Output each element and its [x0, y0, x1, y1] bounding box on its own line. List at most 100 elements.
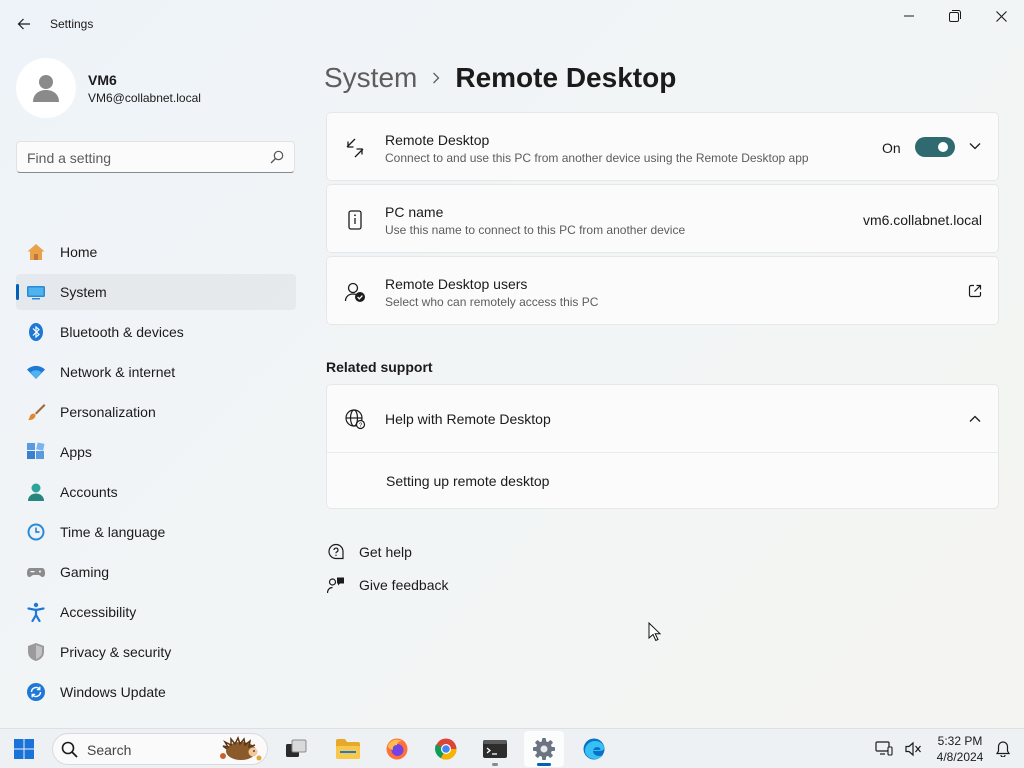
get-help-icon — [326, 542, 346, 562]
settings-button[interactable] — [524, 731, 564, 767]
task-view-button[interactable] — [276, 731, 316, 767]
chrome-button[interactable] — [426, 731, 466, 767]
remote-desktop-card[interactable]: Remote Desktop Connect to and use this P… — [326, 112, 999, 181]
chrome-icon — [435, 738, 457, 760]
update-icon — [27, 683, 45, 701]
wifi-icon — [27, 365, 45, 379]
sidebar-item-network[interactable]: Network & internet — [16, 354, 296, 390]
user-name: VM6 — [88, 72, 117, 88]
sidebar-item-apps[interactable]: Apps — [16, 434, 296, 470]
firefox-icon — [386, 738, 408, 760]
gamepad-icon — [27, 568, 45, 577]
app-title: Settings — [50, 17, 94, 31]
close-icon — [995, 10, 1007, 22]
users-subtitle: Select who can remotely access this PC — [385, 295, 599, 309]
firefox-button[interactable] — [377, 731, 417, 767]
sidebar-item-gaming[interactable]: Gaming — [16, 554, 296, 590]
volume-muted-icon — [905, 741, 921, 757]
close-button[interactable] — [978, 0, 1024, 32]
minimize-icon — [904, 15, 914, 17]
remote-desktop-users-card[interactable]: Remote Desktop users Select who can remo… — [326, 256, 999, 325]
sidebar-item-windows-update[interactable]: Windows Update — [16, 674, 296, 710]
pc-name-value: vm6.collabnet.local — [862, 212, 982, 228]
taskbar-search[interactable]: Search — [52, 733, 268, 765]
sidebar-item-label: Apps — [60, 444, 92, 460]
sidebar-item-label: Accounts — [60, 484, 118, 500]
sidebar-item-label: Windows Update — [60, 684, 166, 700]
sidebar-item-accounts[interactable]: Accounts — [16, 474, 296, 510]
network-icon — [875, 741, 893, 756]
sidebar-item-label: Privacy & security — [60, 644, 172, 660]
minimize-button[interactable] — [886, 0, 932, 32]
sidebar-item-label: Personalization — [60, 404, 156, 420]
open-external-icon[interactable] — [968, 284, 982, 298]
help-header[interactable]: ? Help with Remote Desktop — [327, 385, 998, 452]
search-placeholder: Find a setting — [27, 150, 112, 166]
back-button[interactable] — [10, 10, 38, 38]
sidebar-item-label: Accessibility — [60, 604, 137, 620]
home-icon — [27, 244, 45, 260]
taskbar: Search 5:32 PM 4/8/2024 — [0, 728, 1024, 768]
sidebar-item-accessibility[interactable]: Accessibility — [16, 594, 296, 630]
sidebar-item-bluetooth[interactable]: Bluetooth & devices — [16, 314, 296, 350]
taskbar-search-placeholder: Search — [87, 742, 132, 758]
help-link-setup[interactable]: Setting up remote desktop — [386, 473, 549, 489]
accounts-icon — [28, 483, 44, 501]
remote-desktop-title: Remote Desktop — [385, 132, 490, 148]
brush-icon — [28, 404, 46, 421]
sidebar-item-time-language[interactable]: Time & language — [16, 514, 296, 550]
get-help-label: Get help — [359, 544, 412, 560]
divider — [327, 452, 998, 453]
notifications-button[interactable] — [990, 731, 1016, 767]
help-title: Help with Remote Desktop — [385, 411, 551, 427]
sidebar-item-privacy[interactable]: Privacy & security — [16, 634, 296, 670]
chevron-up-icon[interactable] — [969, 415, 981, 423]
sidebar-item-home[interactable]: Home — [16, 234, 296, 270]
clock-date: 4/8/2024 — [936, 750, 984, 764]
start-button[interactable] — [4, 731, 44, 767]
remote-desktop-toggle[interactable] — [915, 137, 955, 157]
chevron-right-icon — [431, 71, 441, 85]
accessibility-icon — [27, 602, 45, 622]
remote-desktop-subtitle: Connect to and use this PC from another … — [385, 151, 809, 165]
chevron-down-icon[interactable] — [969, 142, 981, 150]
system-clock[interactable]: 5:32 PM 4/8/2024 — [925, 733, 995, 765]
give-feedback-label: Give feedback — [359, 577, 449, 593]
back-arrow-icon — [17, 18, 30, 30]
pc-name-card: PC name Use this name to connect to this… — [326, 184, 999, 253]
sidebar-item-label: System — [60, 284, 107, 300]
give-feedback-link[interactable]: Give feedback — [326, 574, 449, 596]
bluetooth-icon — [29, 323, 43, 341]
globe-help-icon: ? — [345, 409, 366, 430]
sidebar-item-personalization[interactable]: Personalization — [16, 394, 296, 430]
feedback-icon — [326, 575, 346, 595]
title-bar: Settings — [0, 0, 1024, 48]
search-icon[interactable] — [270, 150, 284, 164]
edge-icon — [583, 738, 605, 760]
maximize-button[interactable] — [932, 0, 978, 32]
maximize-icon — [949, 10, 961, 22]
breadcrumb: System Remote Desktop — [324, 58, 676, 98]
pc-info-icon — [348, 210, 362, 230]
edge-button[interactable] — [574, 731, 614, 767]
sidebar-item-system[interactable]: System — [16, 274, 296, 310]
sidebar-item-label: Gaming — [60, 564, 110, 580]
clock-globe-icon — [27, 523, 45, 541]
sidebar-item-label: Bluetooth & devices — [60, 324, 184, 340]
file-explorer-button[interactable] — [328, 731, 368, 767]
breadcrumb-parent[interactable]: System — [324, 62, 417, 94]
terminal-button[interactable] — [475, 731, 515, 767]
shield-icon — [28, 643, 44, 661]
network-tray-button[interactable] — [866, 731, 902, 767]
search-input[interactable]: Find a setting — [16, 141, 295, 173]
windows-start-icon — [14, 739, 34, 759]
help-card: ? Help with Remote Desktop Setting up re… — [326, 384, 999, 509]
file-explorer-icon — [336, 739, 360, 759]
get-help-link[interactable]: Get help — [326, 541, 412, 563]
page-title: Remote Desktop — [455, 62, 677, 93]
mouse-cursor-icon — [648, 622, 662, 642]
toggle-state-label: On — [882, 140, 901, 156]
sidebar-item-label: Time & language — [60, 524, 166, 540]
user-profile[interactable]: VM6 VM6@collabnet.local — [16, 58, 296, 118]
sidebar-item-label: Network & internet — [60, 364, 176, 380]
